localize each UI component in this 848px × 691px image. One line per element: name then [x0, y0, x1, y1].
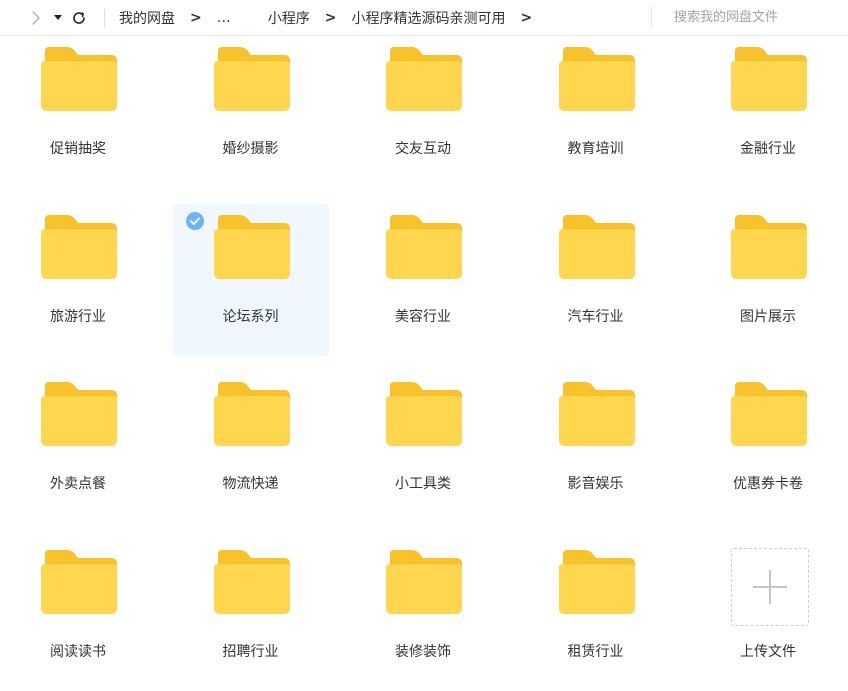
folder-item[interactable]: 物流快递 [173, 371, 329, 523]
breadcrumb-item-mini-program[interactable]: 小程序 [268, 8, 310, 28]
folder-item[interactable]: 金融行业 [690, 36, 846, 188]
folder-item[interactable]: 教育培训 [518, 36, 674, 188]
history-dropdown-button[interactable] [50, 0, 66, 36]
forward-button[interactable] [24, 0, 48, 36]
search-divider [651, 7, 652, 27]
folder-name: 阅读读书 [50, 643, 106, 660]
folder-item[interactable]: 促销抽奖 [0, 36, 156, 188]
folder-name: 招聘行业 [222, 643, 279, 660]
folder-item[interactable]: 装修装饰 [345, 539, 501, 691]
folder-name: 租赁行业 [567, 643, 624, 660]
breadcrumb-separator: > [190, 9, 202, 26]
folder-name: 影音娱乐 [567, 476, 624, 492]
folder-name: 交友互动 [395, 141, 451, 157]
folder-name: 小工具类 [395, 476, 451, 492]
folder-item[interactable]: 影音娱乐 [518, 371, 674, 523]
folder-icon [41, 214, 117, 279]
folder-icon [213, 549, 290, 614]
folder-icon [386, 47, 462, 111]
toolbar: 我的网盘 > … 小程序 > 小程序精选源码亲测可用 > [0, 0, 848, 36]
folder-icon [386, 549, 462, 614]
folder-name: 装修装饰 [395, 643, 451, 660]
folder-icon [213, 47, 290, 111]
search-input[interactable] [660, 3, 840, 31]
folder-item[interactable]: 外卖点餐 [0, 371, 156, 523]
folder-name: 教育培训 [567, 141, 624, 157]
breadcrumb-separator: > [520, 9, 533, 26]
upload-dropzone[interactable] [731, 547, 809, 626]
folder-icon [731, 214, 807, 279]
folder-icon [386, 214, 462, 279]
folder-name: 金融行业 [740, 141, 796, 157]
folder-item-selected[interactable]: 论坛系列 [172, 203, 329, 356]
folder-item[interactable]: 租赁行业 [518, 539, 674, 691]
folder-name: 优惠券卡卷 [733, 476, 803, 492]
breadcrumb-item-ellipsis[interactable]: … [217, 10, 231, 26]
plus-icon [753, 569, 787, 604]
folder-name: 旅游行业 [50, 308, 106, 325]
folder-item[interactable]: 交友互动 [345, 36, 501, 188]
folder-item[interactable]: 婚纱摄影 [173, 36, 329, 188]
breadcrumb: 我的网盘 > … 小程序 > 小程序精选源码亲测可用 > [119, 8, 547, 28]
check-circle-icon[interactable] [185, 211, 204, 230]
upload-file-label: 上传文件 [740, 643, 796, 660]
upload-file-button[interactable]: 上传文件 [690, 539, 846, 691]
refresh-button[interactable] [68, 0, 90, 36]
folder-icon [213, 382, 290, 446]
folder-item[interactable]: 汽车行业 [518, 204, 674, 356]
folder-name: 外卖点餐 [50, 476, 106, 492]
folder-name: 图片展示 [740, 308, 796, 325]
folder-name: 促销抽奖 [50, 141, 106, 157]
folder-icon [558, 549, 635, 614]
folder-item[interactable]: 阅读读书 [0, 539, 156, 691]
chevron-right-icon [32, 10, 40, 25]
folder-icon [558, 382, 635, 446]
folder-icon [41, 549, 117, 614]
folder-item[interactable]: 美容行业 [345, 204, 501, 356]
folder-icon [731, 382, 807, 446]
breadcrumb-separator: > [324, 9, 337, 26]
folder-name: 美容行业 [395, 308, 451, 325]
folder-name: 汽车行业 [567, 308, 624, 325]
folder-name: 论坛系列 [222, 308, 279, 325]
toolbar-divider [104, 8, 105, 27]
folder-icon [213, 214, 290, 279]
refresh-icon [73, 11, 85, 24]
caret-down-icon [54, 14, 62, 20]
breadcrumb-item-my-drive[interactable]: 我的网盘 [119, 8, 175, 28]
folder-item[interactable]: 招聘行业 [173, 539, 329, 691]
folder-item[interactable]: 旅游行业 [0, 204, 156, 356]
folder-icon [558, 47, 635, 111]
breadcrumb-item-current-folder[interactable]: 小程序精选源码亲测可用 [351, 8, 505, 28]
folder-name: 物流快递 [222, 476, 279, 492]
folder-icon [41, 47, 117, 111]
folder-item[interactable]: 图片展示 [690, 204, 846, 356]
folder-name: 婚纱摄影 [222, 141, 279, 157]
folder-icon [386, 382, 462, 446]
folder-item[interactable]: 小工具类 [345, 371, 501, 523]
folder-item[interactable]: 优惠券卡卷 [690, 371, 846, 523]
folder-icon [41, 382, 117, 446]
folder-icon [731, 47, 807, 111]
folder-icon [558, 214, 635, 279]
